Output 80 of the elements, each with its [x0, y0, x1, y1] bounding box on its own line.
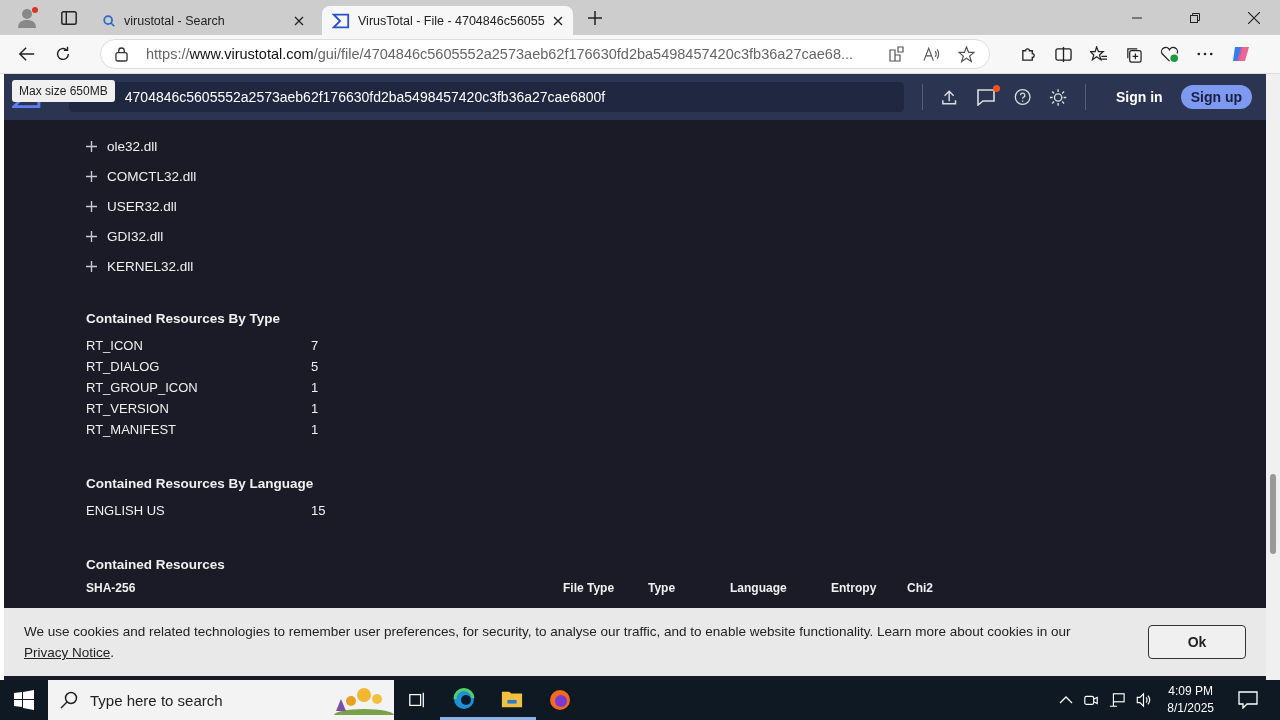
column-header: SHA-256 [86, 581, 137, 595]
back-icon[interactable] [18, 45, 36, 63]
ok-button[interactable]: Ok [1148, 625, 1246, 659]
expand-icon[interactable] [86, 141, 97, 152]
url-text: https://www.virustotal.com/gui/file/4704846c5605552a2573aeb62f176630fd2ba5498457420c3fb36a27cae68... [146, 46, 854, 62]
network-icon[interactable] [1109, 692, 1126, 708]
profile-icon[interactable] [16, 5, 40, 30]
scroll-thumb[interactable] [1270, 474, 1276, 554]
expand-icon[interactable] [86, 231, 97, 242]
taskbar-search-field[interactable]: Type here to search [88, 690, 314, 710]
close-icon[interactable] [1248, 11, 1260, 24]
column-header: File Type [563, 581, 616, 595]
split-screen-icon[interactable] [1055, 45, 1073, 63]
cookie-notice-text: We use cookies and related technologies to remember user preferences, for security, to analyse our traffic, and to enable website functionality. Learn more about cookies in our Privacy Notice. [24, 623, 1072, 662]
close-icon[interactable] [294, 15, 304, 26]
taskbar-search-box[interactable]: Type here to search [48, 680, 394, 720]
search-icon [60, 691, 78, 709]
resource-count: 5 [311, 358, 319, 376]
task-view-icon[interactable] [408, 691, 426, 709]
import-name[interactable]: USER32.dll [107, 198, 177, 215]
resource-type: RT_ICON [86, 337, 144, 355]
tab-actions-icon[interactable] [60, 8, 78, 27]
column-header: Chi2 [907, 581, 933, 595]
expand-icon[interactable] [86, 201, 97, 212]
import-name[interactable]: ole32.dll [107, 138, 158, 155]
favorites-icon[interactable] [1090, 45, 1108, 63]
section-title: Contained Resources By Type [86, 311, 282, 326]
collections-icon[interactable] [1125, 45, 1143, 63]
resource-count: 15 [311, 502, 326, 520]
resource-count: 7 [311, 337, 319, 355]
chevron-up-icon[interactable] [1059, 696, 1074, 704]
resource-count: 1 [311, 421, 319, 439]
import-name[interactable]: GDI32.dll [107, 228, 164, 245]
star-icon[interactable] [958, 45, 976, 63]
new-tab-icon[interactable] [586, 9, 603, 26]
refresh-icon[interactable] [54, 45, 72, 63]
restore-icon[interactable] [1190, 12, 1200, 23]
help-icon[interactable] [1013, 88, 1031, 106]
resource-type: RT_DIALOG [86, 358, 161, 376]
read-aloud-icon[interactable] [923, 46, 941, 62]
windows-start-icon[interactable] [14, 690, 34, 710]
expand-icon[interactable] [86, 171, 97, 182]
import-name[interactable]: COMCTL32.dll [107, 168, 197, 185]
health-icon[interactable] [1160, 45, 1180, 63]
section-title: Contained Resources [86, 557, 226, 572]
edge-icon [452, 686, 476, 711]
volume-icon[interactable] [1135, 692, 1153, 708]
privacy-notice-link[interactable]: Privacy Notice [24, 645, 111, 660]
column-header: Language [730, 581, 788, 595]
resource-type: RT_MANIFEST [86, 421, 178, 439]
upload-icon[interactable] [941, 88, 958, 106]
browser-tab[interactable]: VirusTotal - File - 4704846c56055 [322, 6, 573, 35]
column-header: Entropy [831, 581, 878, 595]
browser-tab[interactable]: virustotal - Search [92, 6, 314, 35]
close-icon[interactable] [552, 15, 563, 26]
import-name[interactable]: KERNEL32.dll [107, 258, 194, 275]
notifications-icon[interactable] [1238, 691, 1258, 709]
section-title: Contained Resources By Language [86, 476, 315, 491]
expand-icon[interactable] [86, 261, 97, 272]
column-header: Type [648, 581, 677, 595]
resource-count: 1 [311, 379, 319, 397]
resource-type: RT_VERSION [86, 400, 170, 418]
copilot-icon[interactable] [1231, 44, 1252, 64]
address-bar[interactable]: https://www.virustotal.com/gui/file/4704846c5605552a2573aeb62f176630fd2ba5498457420c3fb36a27cae68... [100, 39, 991, 69]
search-icon [102, 13, 116, 28]
sigma-logo-icon [332, 11, 350, 30]
puzzle-icon[interactable] [1020, 45, 1038, 63]
theme-sun-icon[interactable] [1048, 87, 1068, 107]
lock-icon [115, 46, 128, 62]
resource-count: 1 [311, 400, 319, 418]
resource-type: RT_GROUP_ICON [86, 379, 199, 397]
app-available-icon[interactable] [889, 46, 906, 62]
sign-up-button[interactable]: Sign up [1180, 85, 1252, 109]
more-icon[interactable] [1197, 52, 1214, 56]
chat-icon[interactable] [975, 88, 996, 106]
sign-in-link[interactable]: Sign in [1116, 89, 1163, 105]
clock[interactable]: 4:09 PM 8/1/2025 [1167, 683, 1214, 717]
scrollbar[interactable] [1266, 74, 1280, 680]
resource-language: ENGLISH US [86, 502, 166, 520]
firefox-icon [548, 688, 572, 712]
